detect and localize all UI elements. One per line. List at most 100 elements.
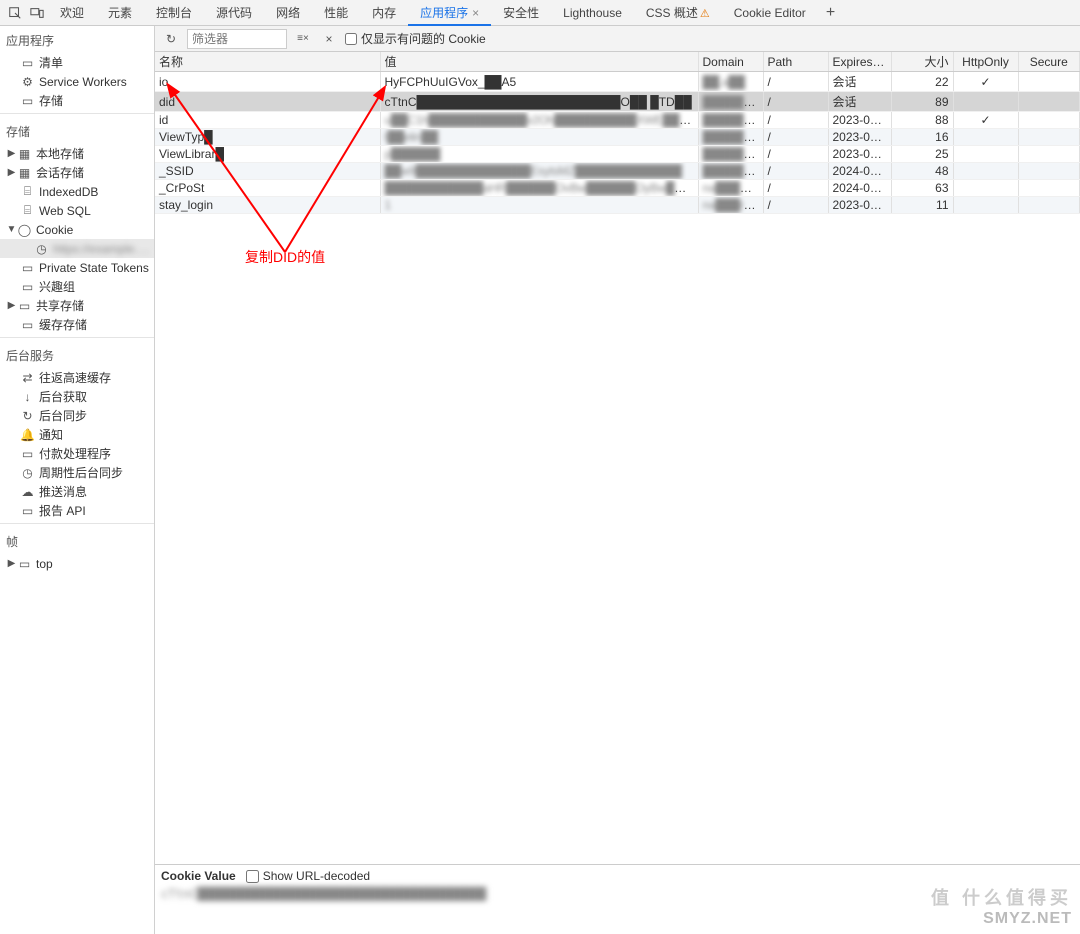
card-icon: ▭ xyxy=(20,446,35,461)
cell-value: t██elin██ xyxy=(380,129,698,146)
box-icon: ▭ xyxy=(20,317,35,332)
add-tab-button[interactable]: + xyxy=(818,4,843,22)
cell-secure xyxy=(1018,129,1080,146)
section-frames: 帧 xyxy=(0,527,154,554)
expand-icon[interactable]: ▼ xyxy=(6,224,17,235)
sidebar-item-websql[interactable]: ⌸Web SQL xyxy=(0,201,154,220)
refresh-button[interactable]: ↻ xyxy=(161,29,181,49)
close-icon[interactable]: × xyxy=(472,6,479,20)
cell-name: ViewTyp█ xyxy=(155,129,380,146)
sidebar-item-bg-fetch[interactable]: ↓后台获取 xyxy=(0,387,154,406)
cell-size: 89 xyxy=(891,92,953,112)
header-value[interactable]: 值 xyxy=(380,52,698,72)
cell-value: u██C1h████████████v2Oh██████████XWE████M… xyxy=(380,112,698,129)
cookie-table-wrap: 名称 值 Domain Path Expires / M... 大小 HttpO… xyxy=(155,52,1080,864)
tab-application[interactable]: 应用程序× xyxy=(408,0,491,26)
device-toggle-icon[interactable] xyxy=(26,2,48,24)
table-row[interactable]: _CrPoSt████████████aHR██████OvBw██████Oy… xyxy=(155,180,1080,197)
tab-elements[interactable]: 元素 xyxy=(96,0,144,26)
grid-icon: ▦ xyxy=(17,165,32,180)
sidebar-item-cache-storage[interactable]: ▭缓存存储 xyxy=(0,315,154,334)
table-row[interactable]: ioHyFCPhUuIGVox_██A5██.a██/会话22✓ xyxy=(155,72,1080,92)
filter-input[interactable] xyxy=(187,29,287,49)
only-issues-input[interactable] xyxy=(345,33,357,45)
sidebar-item-bfcache[interactable]: ⇄往返高速缓存 xyxy=(0,368,154,387)
tab-security[interactable]: 安全性 xyxy=(491,0,551,26)
expand-icon[interactable]: ▶ xyxy=(6,167,17,178)
header-secure[interactable]: Secure xyxy=(1018,52,1080,72)
clear-filter-button[interactable]: ≡× xyxy=(293,29,313,49)
section-background-services: 后台服务 xyxy=(0,341,154,368)
url-decoded-input[interactable] xyxy=(246,870,259,883)
sidebar-item-manifest[interactable]: ▭清单 xyxy=(0,53,154,72)
sidebar-item-top-frame[interactable]: ▶▭top xyxy=(0,554,154,573)
inspect-icon[interactable] xyxy=(4,2,26,24)
cell-size: 22 xyxy=(891,72,953,92)
sidebar-item-private-state-tokens[interactable]: ▭Private State Tokens xyxy=(0,258,154,277)
header-size[interactable]: 大小 xyxy=(891,52,953,72)
sidebar-item-periodic-sync[interactable]: ◷周期性后台同步 xyxy=(0,463,154,482)
url-decoded-checkbox[interactable]: Show URL-decoded xyxy=(246,869,370,883)
cell-value: ██w9██████████████EsytsMZ█████████████ xyxy=(380,163,698,180)
tab-network[interactable]: 网络 xyxy=(264,0,312,26)
sidebar-item-bg-sync[interactable]: ↻后台同步 xyxy=(0,406,154,425)
sidebar-item-session-storage[interactable]: ▶▦会话存储 xyxy=(0,163,154,182)
cell-size: 25 xyxy=(891,146,953,163)
cell-size: 88 xyxy=(891,112,953,129)
tab-performance[interactable]: 性能 xyxy=(312,0,360,26)
sidebar-item-storage[interactable]: ▭存储 xyxy=(0,91,154,110)
sidebar-item-interest-groups[interactable]: ▭兴趣组 xyxy=(0,277,154,296)
clock-icon: ◷ xyxy=(20,465,35,480)
header-expires[interactable]: Expires / M... xyxy=(828,52,891,72)
cell-size: 16 xyxy=(891,129,953,146)
cell-name: ViewLibrar█ xyxy=(155,146,380,163)
sidebar-item-payment-handler[interactable]: ▭付款处理程序 xyxy=(0,444,154,463)
only-issues-checkbox[interactable]: 仅显示有问题的 Cookie xyxy=(345,30,486,47)
cell-secure xyxy=(1018,92,1080,112)
tab-lighthouse[interactable]: Lighthouse xyxy=(551,0,634,26)
cell-value: HyFCPhUuIGVox_██A5 xyxy=(380,72,698,92)
expand-icon[interactable]: ▶ xyxy=(6,300,17,311)
cell-httponly: ✓ xyxy=(953,112,1018,129)
cell-expires: 2023-07-01... xyxy=(828,112,891,129)
table-row[interactable]: _SSID██w9██████████████EsytsMZ██████████… xyxy=(155,163,1080,180)
table-row[interactable]: idu██C1h████████████v2Oh██████████XWE███… xyxy=(155,112,1080,129)
tab-sources[interactable]: 源代码 xyxy=(204,0,264,26)
sidebar-item-cookie-origin[interactable]: ◷https://example.com xyxy=(0,239,154,258)
storage-icon: ▭ xyxy=(20,93,35,108)
sidebar-item-notifications[interactable]: 🔔通知 xyxy=(0,425,154,444)
database-icon: ⌸ xyxy=(20,184,35,199)
database-icon: ⌸ xyxy=(20,203,35,218)
sidebar-item-push-messaging[interactable]: ☁推送消息 xyxy=(0,482,154,501)
expand-icon[interactable]: ▶ xyxy=(6,148,17,159)
cell-expires: 会话 xyxy=(828,72,891,92)
header-name[interactable]: 名称 xyxy=(155,52,380,72)
tab-welcome[interactable]: 欢迎 xyxy=(48,0,96,26)
tab-css-overview[interactable]: CSS 概述⚠ xyxy=(634,0,722,26)
header-path[interactable]: Path xyxy=(763,52,828,72)
sidebar-item-cookies[interactable]: ▼◯Cookie xyxy=(0,220,154,239)
table-row[interactable]: stay_login1na███r██/2023-08-23...11 xyxy=(155,197,1080,214)
tab-memory[interactable]: 内存 xyxy=(360,0,408,26)
table-row[interactable]: ViewLibrar█p█████████████/2023-07-19...2… xyxy=(155,146,1080,163)
sidebar-item-service-workers[interactable]: ⚙Service Workers xyxy=(0,72,154,91)
devtools-tabs: 欢迎 元素 控制台 源代码 网络 性能 内存 应用程序× 安全性 Lightho… xyxy=(0,0,1080,26)
clear-all-button[interactable]: × xyxy=(319,29,339,49)
sidebar-item-reporting-api[interactable]: ▭报告 API xyxy=(0,501,154,520)
cell-httponly xyxy=(953,197,1018,214)
sidebar-item-shared-storage[interactable]: ▶▭共享存储 xyxy=(0,296,154,315)
sidebar-item-indexeddb[interactable]: ⌸IndexedDB xyxy=(0,182,154,201)
header-httponly[interactable]: HttpOnly xyxy=(953,52,1018,72)
sidebar-item-local-storage[interactable]: ▶▦本地存储 xyxy=(0,144,154,163)
expand-icon[interactable]: ▶ xyxy=(6,558,17,569)
table-row[interactable]: didcTtnC████████████████████████O██ █TD█… xyxy=(155,92,1080,112)
cell-httponly xyxy=(953,92,1018,112)
tab-cookie-editor[interactable]: Cookie Editor xyxy=(722,0,818,26)
tab-console[interactable]: 控制台 xyxy=(144,0,204,26)
header-domain[interactable]: Domain xyxy=(698,52,763,72)
cell-httponly xyxy=(953,129,1018,146)
table-row[interactable]: ViewTyp█t██elin█████████/2023-07-19...16 xyxy=(155,129,1080,146)
clock-icon: ◷ xyxy=(34,241,49,256)
cell-domain: ██.a██ xyxy=(698,72,763,92)
cell-httponly: ✓ xyxy=(953,72,1018,92)
